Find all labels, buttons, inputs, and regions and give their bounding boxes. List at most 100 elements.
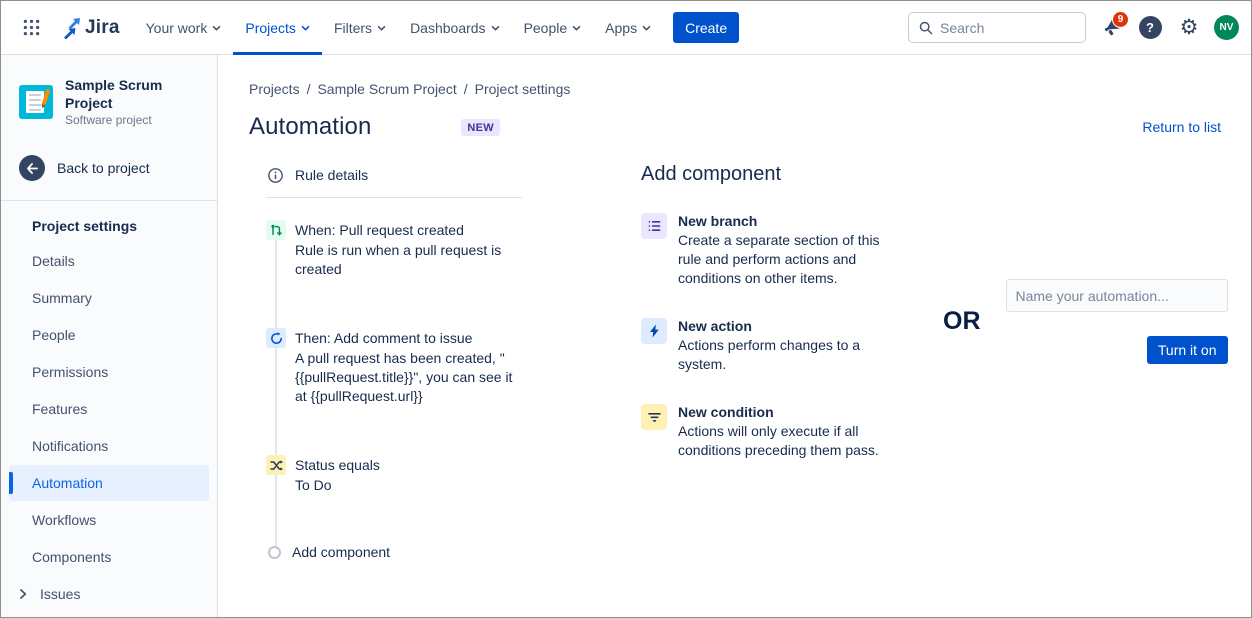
add-component-panel: Add component [641,163,883,460]
project-header: Sample Scrum Project Software project [1,75,217,129]
nav-item-filters[interactable]: Filters [322,1,398,55]
nav-item-your-work[interactable]: Your work [134,1,234,55]
option-description: Create a separate section of this rule a… [678,231,883,288]
question-mark-icon: ? [1139,16,1162,39]
breadcrumb-separator: / [307,81,311,97]
global-search[interactable] [908,12,1086,43]
activation-panel: Turn it on [1006,279,1228,364]
refresh-icon [266,328,286,348]
step-description: To Do [295,476,380,495]
lightning-bolt-icon [641,318,667,344]
project-sidebar: Sample Scrum Project Software project Ba… [1,55,218,617]
notification-count-badge: 9 [1112,11,1129,28]
option-new-branch[interactable]: New branch Create a separate section of … [641,213,883,288]
nav-item-projects[interactable]: Projects [233,1,322,55]
rule-details-header[interactable]: Rule details [266,161,522,198]
jira-logo-icon [57,16,81,39]
rule-step-condition[interactable]: Status equals To Do [266,455,522,495]
branch-list-icon [641,213,667,239]
sidebar-item-summary[interactable]: Summary [9,280,209,316]
nav-item-dashboards[interactable]: Dashboards [398,1,512,55]
primary-nav: Your work Projects Filters Dashboards Pe… [134,1,663,55]
sidebar-item-permissions[interactable]: Permissions [9,354,209,390]
sidebar-divider [1,200,217,201]
step-description: Rule is run when a pull request is creat… [295,241,521,279]
help-button[interactable]: ? [1136,14,1164,42]
shuffle-icon [266,455,286,475]
option-description: Actions will only execute if all conditi… [678,422,883,460]
add-component-step[interactable]: Add component [266,544,522,560]
app-window: Jira Your work Projects Filters Dashboar… [0,0,1252,618]
automation-name-input[interactable] [1006,279,1228,312]
search-input[interactable] [940,20,1060,36]
sidebar-item-automation[interactable]: Automation [9,465,209,501]
sidebar-item-details[interactable]: Details [9,243,209,279]
rule-details-panel: Rule details [266,161,522,560]
breadcrumb-project-settings[interactable]: Project settings [475,81,571,97]
breadcrumb-separator: / [464,81,468,97]
app-switcher-icon[interactable] [15,12,47,44]
rule-timeline: When: Pull request created Rule is run w… [266,198,522,560]
chevron-down-icon [642,25,651,31]
settings-button[interactable]: ⚙ [1175,14,1203,42]
sidebar-item-apps[interactable]: Apps [9,613,209,617]
jira-logo-text: Jira [85,17,120,39]
sidebar-item-issues[interactable]: Issues [9,576,209,612]
sidebar-item-workflows[interactable]: Workflows [9,502,209,538]
sidebar-heading-project-settings: Project settings [9,209,209,243]
rule-step-action[interactable]: Then: Add comment to issue A pull reques… [266,328,522,406]
chevron-down-icon [212,25,221,31]
main-content: Projects / Sample Scrum Project / Projec… [218,55,1251,617]
step-title: When: Pull request created [295,220,521,240]
nav-item-people[interactable]: People [512,1,594,55]
chevron-down-icon [377,25,386,31]
sidebar-item-features[interactable]: Features [9,391,209,427]
sidebar-item-components[interactable]: Components [9,539,209,575]
empty-circle-icon [268,546,281,559]
breadcrumb: Projects / Sample Scrum Project / Projec… [249,81,1221,97]
jira-logo[interactable]: Jira [57,16,120,39]
or-separator: OR [943,307,981,336]
back-to-project-link[interactable]: Back to project [1,155,217,181]
chevron-down-icon [301,25,310,31]
option-title: New branch [678,213,883,229]
settings-nav: Project settings Details Summary People … [1,209,217,617]
option-title: New action [678,318,883,334]
add-component-heading: Add component [641,163,883,186]
chevron-right-icon [15,589,31,599]
step-title: Then: Add comment to issue [295,328,521,348]
sidebar-item-people[interactable]: People [9,317,209,353]
breadcrumb-projects[interactable]: Projects [249,81,300,97]
rule-step-trigger[interactable]: When: Pull request created Rule is run w… [266,220,522,279]
filter-icon [641,404,667,430]
breadcrumb-project-name[interactable]: Sample Scrum Project [317,81,456,97]
project-avatar-icon [19,85,53,119]
page-header: Automation NEW Return to list [249,113,1221,141]
topnav-right-group: 9 ? ⚙ NV [908,12,1239,43]
project-type: Software project [65,113,201,127]
option-new-action[interactable]: New action Actions perform changes to a … [641,318,883,374]
option-description: Actions perform changes to a system. [678,336,883,374]
project-name: Sample Scrum Project [65,77,201,112]
gear-icon: ⚙ [1180,17,1199,38]
chevron-down-icon [491,25,500,31]
turn-it-on-button[interactable]: Turn it on [1147,336,1228,364]
pull-request-icon [266,220,286,240]
search-icon [919,21,933,35]
option-title: New condition [678,404,883,420]
new-badge: NEW [461,119,500,136]
chevron-down-icon [572,25,581,31]
top-navigation-bar: Jira Your work Projects Filters Dashboar… [1,1,1251,55]
option-new-condition[interactable]: New condition Actions will only execute … [641,404,883,460]
info-icon [268,168,283,183]
user-avatar[interactable]: NV [1214,15,1239,40]
notifications-button[interactable]: 9 [1097,14,1125,42]
nav-item-apps[interactable]: Apps [593,1,663,55]
step-title: Status equals [295,455,380,475]
step-description: A pull request has been created, "{{pull… [295,349,521,406]
sidebar-item-notifications[interactable]: Notifications [9,428,209,464]
return-to-list-link[interactable]: Return to list [1142,119,1221,135]
arrow-left-icon [19,155,45,181]
grid-icon [23,19,40,36]
create-button[interactable]: Create [673,12,739,43]
